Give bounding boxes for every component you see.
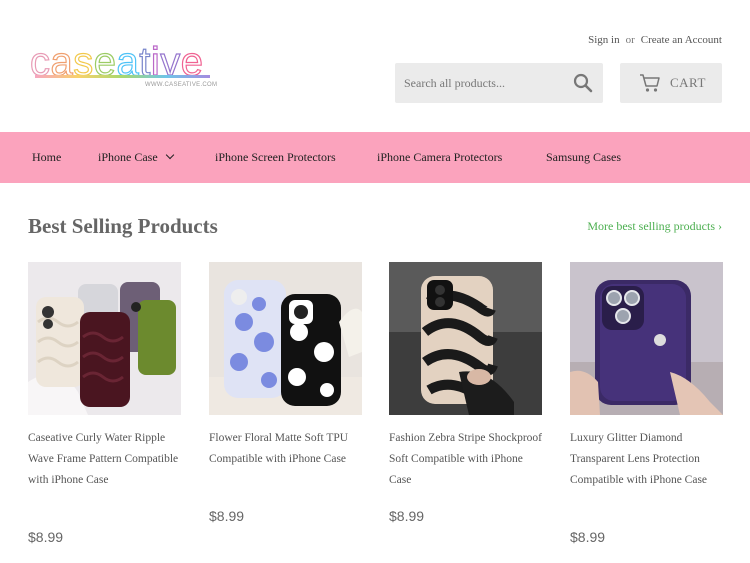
product-price: $8.99 [389, 508, 425, 524]
section-title: Best Selling Products [28, 214, 218, 238]
product-card[interactable]: Flower Floral Matte Soft TPU Compatible … [209, 262, 362, 524]
nav-item-home[interactable]: Home [32, 132, 61, 183]
search-input[interactable] [395, 63, 563, 103]
nav-item-samsung-cases[interactable]: Samsung Cases [546, 132, 621, 183]
more-best-selling-link[interactable]: More best selling products › [587, 219, 722, 234]
product-title[interactable]: Flower Floral Matte Soft TPU Compatible … [209, 428, 362, 470]
cart-button[interactable]: CART [620, 63, 722, 103]
nav-item-iphone-camera-protectors[interactable]: iPhone Camera Protectors [377, 132, 502, 183]
search-bar [395, 63, 603, 103]
account-links: Sign in or Create an Account [588, 34, 722, 46]
product-title[interactable]: Fashion Zebra Stripe Shockproof Soft Com… [389, 428, 542, 491]
product-price: $8.99 [570, 529, 606, 545]
sign-in-link[interactable]: Sign in [588, 34, 619, 46]
site-logo[interactable]: caseative WWW.CASEATIVE.COM [29, 41, 218, 92]
cart-icon [639, 73, 661, 93]
product-image[interactable] [28, 262, 181, 415]
product-card[interactable]: Luxury Glitter Diamond Transparent Lens … [570, 262, 723, 545]
product-card[interactable]: Fashion Zebra Stripe Shockproof Soft Com… [389, 262, 542, 524]
or-text: or [625, 34, 635, 46]
main-nav: Home iPhone Case iPhone Screen Protector… [0, 132, 750, 183]
chevron-down-icon [165, 150, 174, 160]
product-title[interactable]: Caseative Curly Water Ripple Wave Frame … [28, 428, 181, 491]
product-card[interactable]: Caseative Curly Water Ripple Wave Frame … [28, 262, 181, 545]
product-image[interactable] [570, 262, 723, 415]
logo-tagline: WWW.CASEATIVE.COM [145, 82, 218, 88]
product-title[interactable]: Luxury Glitter Diamond Transparent Lens … [570, 428, 723, 491]
search-icon[interactable] [573, 73, 593, 93]
product-image[interactable] [389, 262, 542, 415]
cart-label: CART [670, 75, 706, 90]
nav-item-label: iPhone Case [98, 150, 158, 164]
logo-rainbow-bar [35, 75, 210, 78]
nav-item-iphone-case[interactable]: iPhone Case [98, 132, 174, 183]
product-price: $8.99 [28, 529, 64, 545]
product-price: $8.99 [209, 508, 245, 524]
product-image[interactable] [209, 262, 362, 415]
site-header: caseative WWW.CASEATIVE.COM Sign in or Cre… [0, 0, 750, 132]
create-account-link[interactable]: Create an Account [641, 34, 722, 46]
nav-item-iphone-screen-protectors[interactable]: iPhone Screen Protectors [215, 132, 336, 183]
